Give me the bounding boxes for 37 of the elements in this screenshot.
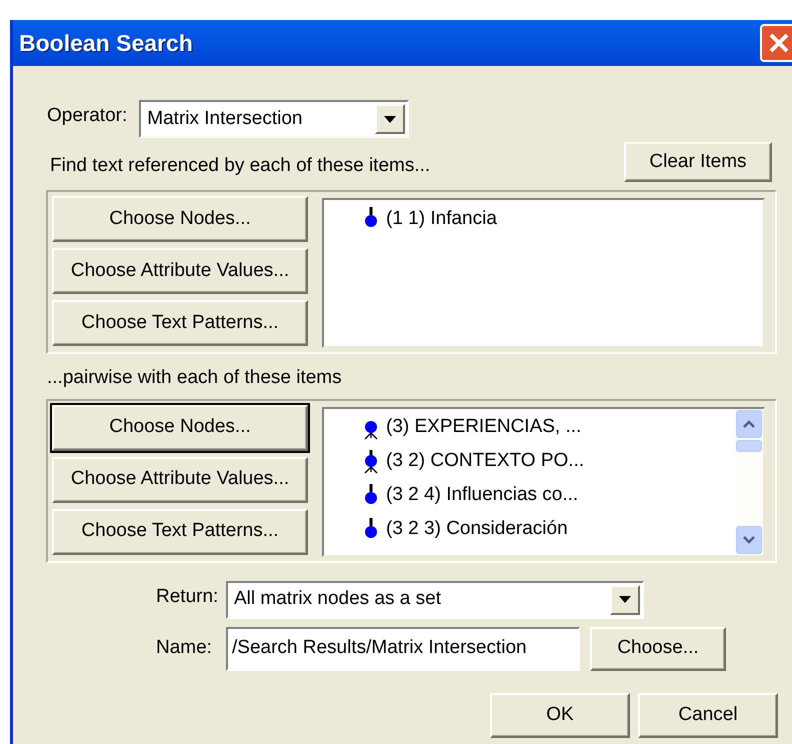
close-icon xyxy=(768,32,790,54)
dialog-button[interactable]: OK xyxy=(490,692,630,738)
name-label: Name: xyxy=(156,636,213,660)
dialog-button[interactable]: Cancel xyxy=(638,692,778,738)
choose-button[interactable]: Choose Text Patterns... xyxy=(52,300,308,346)
node-label[interactable]: (1 1) Infancia xyxy=(386,204,497,234)
dropdown-button[interactable] xyxy=(610,584,640,614)
scroll-down-button[interactable] xyxy=(736,526,762,554)
node-icon xyxy=(362,450,380,474)
chevron-down-icon xyxy=(743,536,755,544)
close-button[interactable] xyxy=(760,24,792,62)
node-label[interactable]: (3) EXPERIENCIAS, ... xyxy=(386,413,582,442)
return-dropdown[interactable]: All matrix nodes as a set xyxy=(226,580,644,618)
choose-button[interactable]: Choose Text Patterns... xyxy=(52,508,308,554)
caret-icon xyxy=(384,116,396,122)
operator-label: Operator: xyxy=(47,104,128,128)
choose-button[interactable]: Choose Nodes... xyxy=(52,404,308,450)
choose-button[interactable]: Choose Nodes... xyxy=(52,196,308,242)
window-title: Boolean Search xyxy=(19,28,193,58)
scroll-up-button[interactable] xyxy=(736,410,762,438)
caption: Find text referenced by each of these items... xyxy=(50,154,430,178)
scroll-thumb[interactable] xyxy=(736,440,762,452)
clear-items-button[interactable]: Clear Items xyxy=(624,142,772,182)
return-label: Return: xyxy=(156,585,216,610)
chevron-up-icon xyxy=(743,420,755,428)
caret-icon xyxy=(619,596,631,603)
name-field[interactable]: /Search Results/Matrix Intersection xyxy=(226,626,580,670)
scrollbar[interactable] xyxy=(735,408,763,554)
caption: ...pairwise with each of these items xyxy=(47,366,342,390)
choose-button[interactable]: Choose Attribute Values... xyxy=(52,456,308,502)
dropdown-button[interactable] xyxy=(375,104,406,134)
node-label[interactable]: (3 2 4) Influencias co... xyxy=(386,481,578,510)
choose-button[interactable]: Choose... xyxy=(590,626,726,670)
operator-dropdown[interactable]: Matrix Intersection xyxy=(139,100,410,138)
node-label[interactable]: (3 2) CONTEXTO PO... xyxy=(386,447,584,476)
choose-button[interactable]: Choose Attribute Values... xyxy=(52,248,308,294)
node-label[interactable]: (3 2 3) Consideración xyxy=(386,515,568,544)
